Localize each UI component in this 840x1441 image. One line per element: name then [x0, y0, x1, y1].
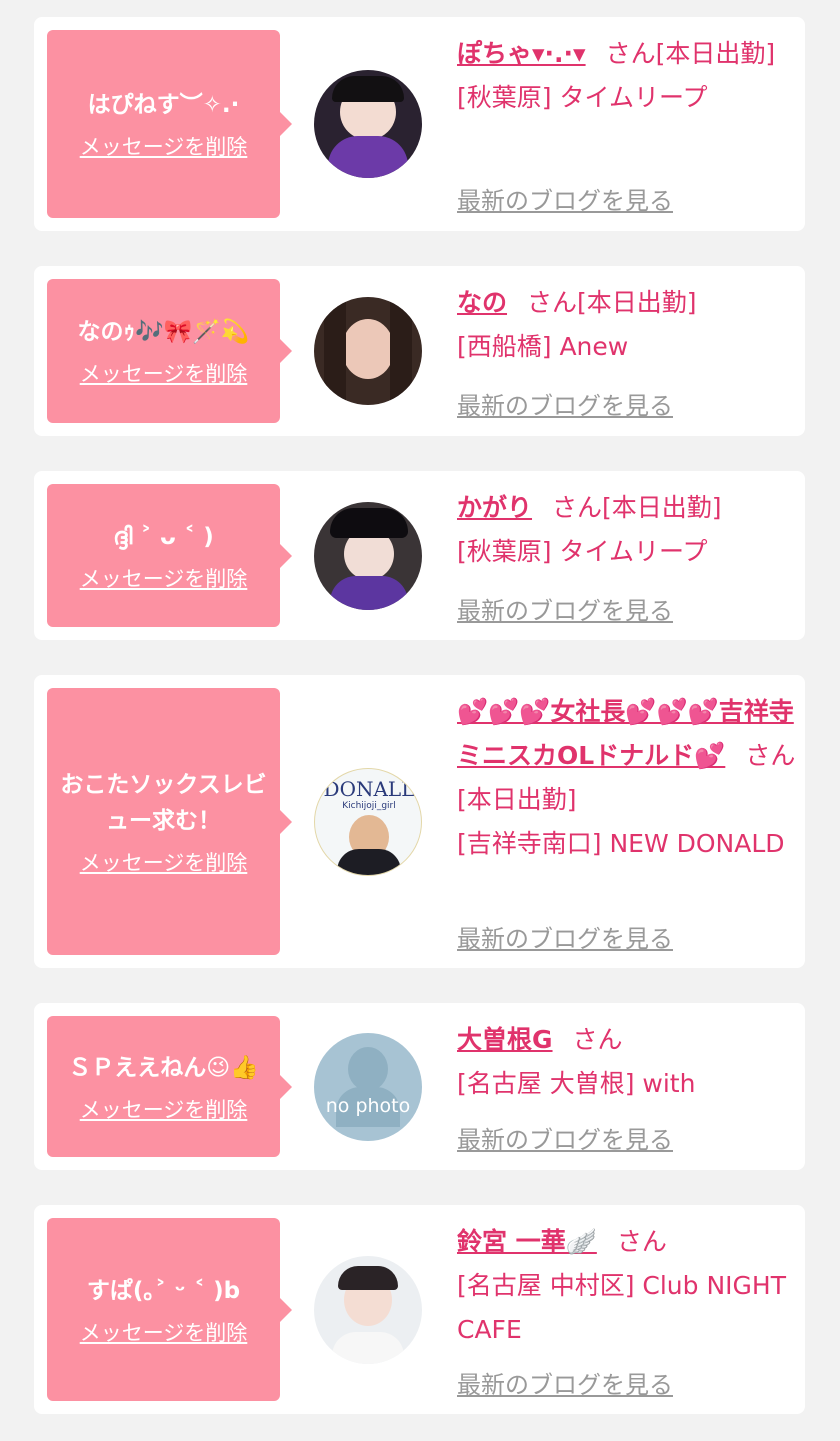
message-text: おこたソックスレビュー求む！	[60, 771, 267, 834]
cast-card: すぱ(｡˃ ᵕ ˂ )b メッセージを削除 鈴宮 一華🪽 さん [名古屋 中村区]…	[34, 1205, 805, 1414]
honorific: さん	[605, 39, 656, 68]
cast-name-link[interactable]: なの	[457, 288, 507, 317]
message-bubble: はぴねす︶✧.· メッセージを削除	[47, 30, 292, 218]
honorific: さん	[572, 1025, 623, 1054]
avatar-logo-text: DONALL	[323, 777, 415, 801]
latest-blog-link[interactable]: 最新のブログを見る	[457, 1365, 673, 1400]
cast-name-link[interactable]: 大曽根G	[457, 1025, 553, 1054]
shop-info: [西船橋] Anew	[457, 332, 629, 361]
delete-message-link[interactable]: メッセージを削除	[80, 131, 248, 161]
cast-name-link[interactable]: 💕💕💕女社長💕💕💕吉祥寺ミニスカOLドナルド💕	[457, 697, 794, 770]
shop-info: [秋葉原] タイムリープ	[457, 83, 708, 112]
latest-blog-link[interactable]: 最新のブログを見る	[457, 1120, 673, 1155]
avatar[interactable]	[314, 70, 422, 178]
latest-blog-link[interactable]: 最新のブログを見る	[457, 919, 673, 954]
avatar[interactable]	[314, 297, 422, 405]
cast-info: 鈴宮 一華🪽 さん [名古屋 中村区] Club NIGHT CAFE	[457, 1220, 797, 1352]
cast-card: ദ്ദി ˃ ᴗ ˂ ) メッセージを削除 かがり さん[本日出勤] [秋葉原] …	[34, 471, 805, 640]
work-status: [本日出勤]	[457, 785, 577, 814]
cast-name-link[interactable]: かがり	[457, 493, 532, 522]
delete-message-link[interactable]: メッセージを削除	[80, 1094, 248, 1124]
shop-info: [名古屋 中村区] Club NIGHT CAFE	[457, 1271, 786, 1344]
message-bubble: おこたソックスレビュー求む！ メッセージを削除	[47, 688, 292, 955]
delete-message-link[interactable]: メッセージを削除	[80, 847, 248, 877]
shop-info: [秋葉原] タイムリープ	[457, 537, 708, 566]
cast-card: なのｩ🎶🎀🪄💫 メッセージを削除 なの さん[本日出勤] [西船橋] Anew 最…	[34, 266, 805, 436]
avatar-logo-subtext: Kichijoji_girl	[342, 801, 396, 811]
cast-info: 💕💕💕女社長💕💕💕吉祥寺ミニスカOLドナルド💕 さん [本日出勤] [吉祥寺南口] …	[457, 690, 797, 866]
cast-info: なの さん[本日出勤] [西船橋] Anew	[457, 281, 797, 369]
shop-info: [吉祥寺南口] NEW DONALD	[457, 829, 785, 858]
honorific: さん	[527, 288, 578, 317]
work-status: [本日出勤]	[602, 493, 722, 522]
message-text: なのｩ🎶🎀🪄💫	[77, 319, 250, 345]
work-status: [本日出勤]	[655, 39, 776, 68]
cast-info: 大曽根G さん [名古屋 大曽根] with	[457, 1018, 797, 1106]
delete-message-link[interactable]: メッセージを削除	[80, 358, 248, 388]
honorific: さん	[745, 741, 796, 770]
avatar-no-photo-text: no photo	[325, 1095, 411, 1117]
cast-name-link[interactable]: 鈴宮 一華🪽	[457, 1227, 597, 1256]
delete-message-link[interactable]: メッセージを削除	[80, 1317, 248, 1347]
cast-name-link[interactable]: ぽちゃ▾·.·▾	[457, 39, 586, 68]
message-bubble: ദ്ദി ˃ ᴗ ˂ ) メッセージを削除	[47, 484, 292, 627]
avatar[interactable]	[314, 502, 422, 610]
cast-info: かがり さん[本日出勤] [秋葉原] タイムリープ	[457, 486, 797, 574]
cast-card: はぴねす︶✧.· メッセージを削除 ぽちゃ▾·.·▾ さん[本日出勤] [秋葉原]…	[34, 17, 805, 231]
latest-blog-link[interactable]: 最新のブログを見る	[457, 591, 673, 626]
honorific: さん	[616, 1227, 667, 1256]
shop-info: [名古屋 大曽根] with	[457, 1069, 696, 1098]
latest-blog-link[interactable]: 最新のブログを見る	[457, 386, 673, 421]
latest-blog-link[interactable]: 最新のブログを見る	[457, 181, 673, 216]
message-bubble: なのｩ🎶🎀🪄💫 メッセージを削除	[47, 279, 292, 423]
honorific: さん	[552, 493, 603, 522]
cast-info: ぽちゃ▾·.·▾ さん[本日出勤] [秋葉原] タイムリープ	[457, 32, 797, 120]
message-text: すぱ(｡˃ ᵕ ˂ )b	[86, 1277, 241, 1304]
message-text: ＳＰええねん😉👍	[68, 1054, 259, 1081]
message-text: はぴねす︶✧.·	[87, 92, 240, 118]
message-text: ദ്ദി ˃ ᴗ ˂ )	[113, 523, 214, 550]
avatar[interactable]	[314, 1256, 422, 1364]
delete-message-link[interactable]: メッセージを削除	[80, 563, 248, 593]
message-bubble: すぱ(｡˃ ᵕ ˂ )b メッセージを削除	[47, 1218, 292, 1401]
avatar[interactable]: DONALL Kichijoji_girl	[314, 768, 422, 876]
cast-card: ＳＰええねん😉👍 メッセージを削除 no photo 大曽根G さん [名古屋 大…	[34, 1003, 805, 1170]
message-bubble: ＳＰええねん😉👍 メッセージを削除	[47, 1016, 292, 1157]
cast-card: おこたソックスレビュー求む！ メッセージを削除 DONALL Kichijoji…	[34, 675, 805, 968]
work-status: [本日出勤]	[577, 288, 697, 317]
avatar[interactable]: no photo	[314, 1033, 422, 1141]
